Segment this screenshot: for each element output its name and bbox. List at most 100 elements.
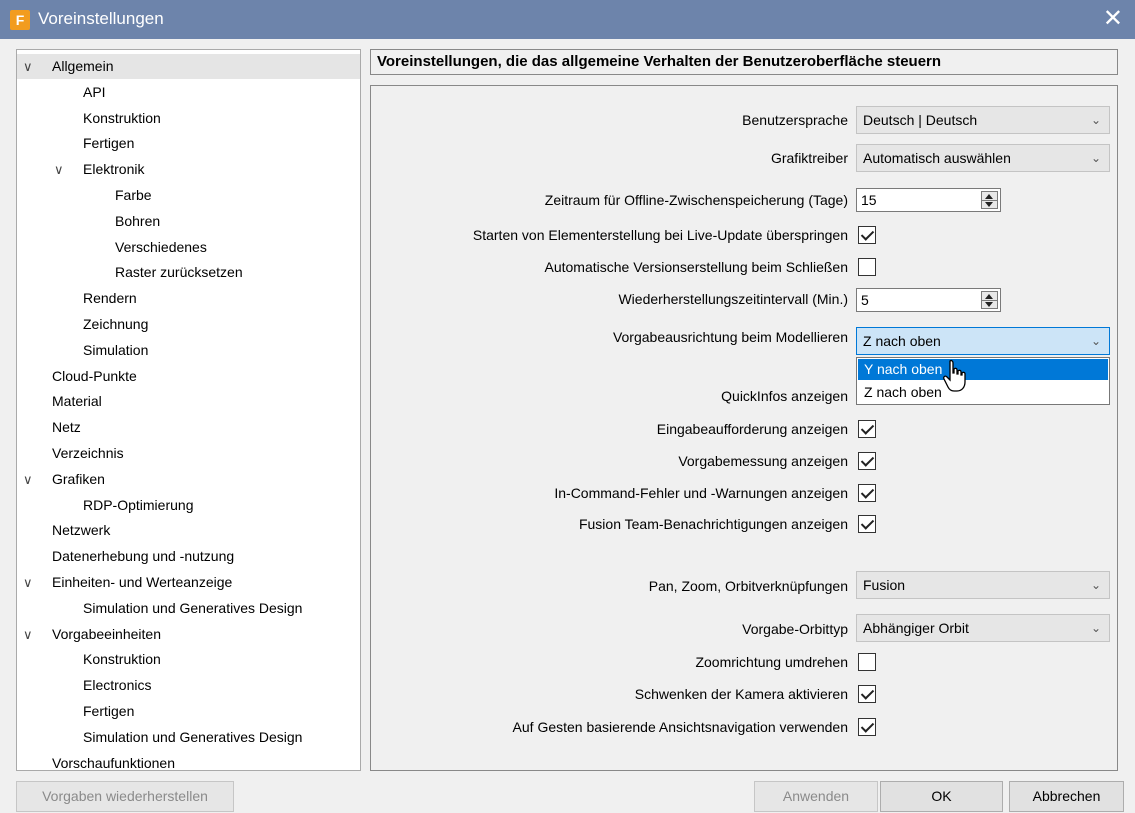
tree-item[interactable]: Bohren <box>17 209 357 234</box>
reverse-zoom-checkbox[interactable] <box>858 653 876 671</box>
camera-pivot-checkbox[interactable] <box>858 685 876 703</box>
tree-item-label: Vorgabeeinheiten <box>52 625 161 642</box>
default-measure-label: Vorgabemessung anzeigen <box>678 453 848 469</box>
default-measure-checkbox[interactable] <box>858 452 876 470</box>
tree-item[interactable]: Farbe <box>17 183 357 208</box>
spin-buttons[interactable] <box>981 291 998 309</box>
in-command-errors-checkbox[interactable] <box>858 484 876 502</box>
team-notifications-label: Fusion Team-Benachrichtigungen anzeigen <box>578 516 848 532</box>
close-icon[interactable]: ✕ <box>1103 5 1123 33</box>
tree-item[interactable]: Zeichnung <box>17 312 357 337</box>
default-orbit-label: Vorgabe-Orbittyp <box>742 621 848 637</box>
tree-item[interactable]: Netz <box>17 415 357 440</box>
chevron-down-icon[interactable]: ∨ <box>54 163 68 177</box>
pan-zoom-orbit-label: Pan, Zoom, Orbitverknüpfungen <box>648 578 848 594</box>
orientation-option-y[interactable]: Y nach oben <box>858 359 1108 380</box>
tree-item[interactable]: Material <box>17 389 357 414</box>
tree-item-label: Datenerhebung und -nutzung <box>52 548 235 565</box>
tree-item[interactable]: Fertigen <box>17 131 357 156</box>
tree-item-label: Farbe <box>115 187 152 203</box>
team-notifications-checkbox[interactable] <box>858 515 876 533</box>
tree-item[interactable]: Konstruktion <box>17 647 357 672</box>
tree-item-label: Fertigen <box>83 135 135 152</box>
tree-item[interactable]: Cloud-Punkte <box>17 364 357 389</box>
chevron-down-icon[interactable]: ∨ <box>23 472 37 487</box>
tree-item[interactable]: Rendern <box>17 286 357 311</box>
tree-item[interactable]: Datenerhebung und -nutzung <box>17 544 357 569</box>
pan-zoom-orbit-value: Fusion <box>863 577 906 593</box>
hand-cursor-icon <box>943 359 966 392</box>
default-orbit-select[interactable]: Abhängiger Orbit ⌄ <box>856 614 1110 642</box>
tree-item[interactable]: Fertigen <box>17 699 357 724</box>
default-orbit-value: Abhängiger Orbit <box>863 620 969 636</box>
orientation-option-z[interactable]: Z nach oben <box>858 382 1108 403</box>
skip-element-creation-checkbox[interactable] <box>858 226 876 244</box>
recovery-interval-value: 5 <box>861 292 869 308</box>
camera-pivot-label: Schwenken der Kamera aktivieren <box>634 686 848 702</box>
quickinfos-label: QuickInfos anzeigen <box>721 388 848 404</box>
tree-item-label: Fertigen <box>83 703 135 719</box>
tree-item[interactable]: Simulation und Generatives Design <box>17 725 357 750</box>
ok-button[interactable]: OK <box>880 781 1003 812</box>
offline-cache-stepper[interactable]: 15 <box>856 188 1001 212</box>
tree-item-label: Simulation und Generatives Design <box>83 728 303 745</box>
chevron-down-icon: ⌄ <box>1090 334 1101 348</box>
spin-down-icon[interactable] <box>985 302 993 307</box>
tree-item-label: Vorschaufunktionen <box>52 754 175 771</box>
cancel-button[interactable]: Abbrechen <box>1009 781 1124 812</box>
tree-item-label: Simulation <box>83 341 149 358</box>
tree-item-label: Electronics <box>83 677 152 694</box>
spin-up-icon[interactable] <box>985 194 993 199</box>
ui-language-label: Benutzersprache <box>742 112 848 128</box>
chevron-down-icon: ⌄ <box>1090 113 1101 127</box>
tree-item[interactable]: Simulation und Generatives Design <box>17 596 357 621</box>
tree-item[interactable]: Verzeichnis <box>17 441 357 466</box>
tree-item-label: Zeichnung <box>83 316 149 332</box>
tree-item-label: Netzwerk <box>52 522 111 539</box>
spin-down-icon[interactable] <box>985 202 993 207</box>
gesture-nav-checkbox[interactable] <box>858 718 876 736</box>
tree-item[interactable]: Netzwerk <box>17 518 357 543</box>
tree-item[interactable]: ∨ Einheiten- und Werteanzeige <box>17 570 357 595</box>
auto-version-checkbox[interactable] <box>858 258 876 276</box>
tree-item-label: Allgemein <box>52 58 114 74</box>
tree-item-label: Netz <box>52 419 81 436</box>
offline-cache-label: Zeitraum für Offline-Zwischenspeicherung… <box>544 192 848 208</box>
recovery-interval-stepper[interactable]: 5 <box>856 288 1001 312</box>
tree-item-label: Verschiedenes <box>115 238 207 255</box>
default-orientation-label: Vorgabeausrichtung beim Modellieren <box>612 329 848 345</box>
orientation-dropdown-list[interactable]: Y nach oben Z nach oben <box>856 357 1110 405</box>
chevron-down-icon: ⌄ <box>1090 621 1101 635</box>
tree-item[interactable]: ∨ Vorgabeeinheiten <box>17 622 357 647</box>
tree-item[interactable]: ∨ Grafiken <box>17 467 357 492</box>
chevron-down-icon[interactable]: ∨ <box>23 576 37 590</box>
pan-zoom-orbit-select[interactable]: Fusion ⌄ <box>856 571 1110 599</box>
chevron-down-icon: ⌄ <box>1090 151 1101 165</box>
tree-item[interactable]: Verschiedenes <box>17 235 357 260</box>
graphics-driver-select[interactable]: Automatisch auswählen ⌄ <box>856 144 1110 172</box>
spin-up-icon[interactable] <box>985 294 993 299</box>
title-bar: F Voreinstellungen ✕ <box>0 0 1135 39</box>
tree-item[interactable]: ∨ Allgemein <box>17 54 360 79</box>
apply-button[interactable]: Anwenden <box>754 781 878 812</box>
tree-item[interactable]: Vorschaufunktionen <box>17 751 357 776</box>
chevron-down-icon[interactable]: ∨ <box>23 627 37 642</box>
tree-item[interactable]: Raster zurücksetzen <box>17 260 357 285</box>
tree-item[interactable]: Electronics <box>17 673 357 698</box>
tree-item-label: Elektronik <box>83 161 145 178</box>
tree-item[interactable]: ∨ Elektronik <box>17 157 357 182</box>
input-prompt-checkbox[interactable] <box>858 420 876 438</box>
tree-item[interactable]: Simulation <box>17 338 357 363</box>
default-orientation-select[interactable]: Z nach oben ⌄ <box>856 327 1110 355</box>
ui-language-select[interactable]: Deutsch | Deutsch ⌄ <box>856 106 1110 134</box>
tree-item[interactable]: Konstruktion <box>17 106 357 131</box>
panel-header: Voreinstellungen, die das allgemeine Ver… <box>370 49 1118 75</box>
spin-buttons[interactable] <box>981 191 998 209</box>
restore-defaults-button[interactable]: Vorgaben wiederherstellen <box>16 781 234 812</box>
tree-item[interactable]: API <box>17 80 357 105</box>
window-title: Voreinstellungen <box>38 9 164 28</box>
preferences-tree[interactable]: ∨ Allgemein API Konstruktion Fertigen ∨ Elektr… <box>16 49 361 771</box>
tree-item[interactable]: RDP-Optimierung <box>17 493 357 518</box>
chevron-down-icon[interactable]: ∨ <box>23 60 37 74</box>
tree-item-label: Simulation und Generatives Design <box>83 599 303 616</box>
